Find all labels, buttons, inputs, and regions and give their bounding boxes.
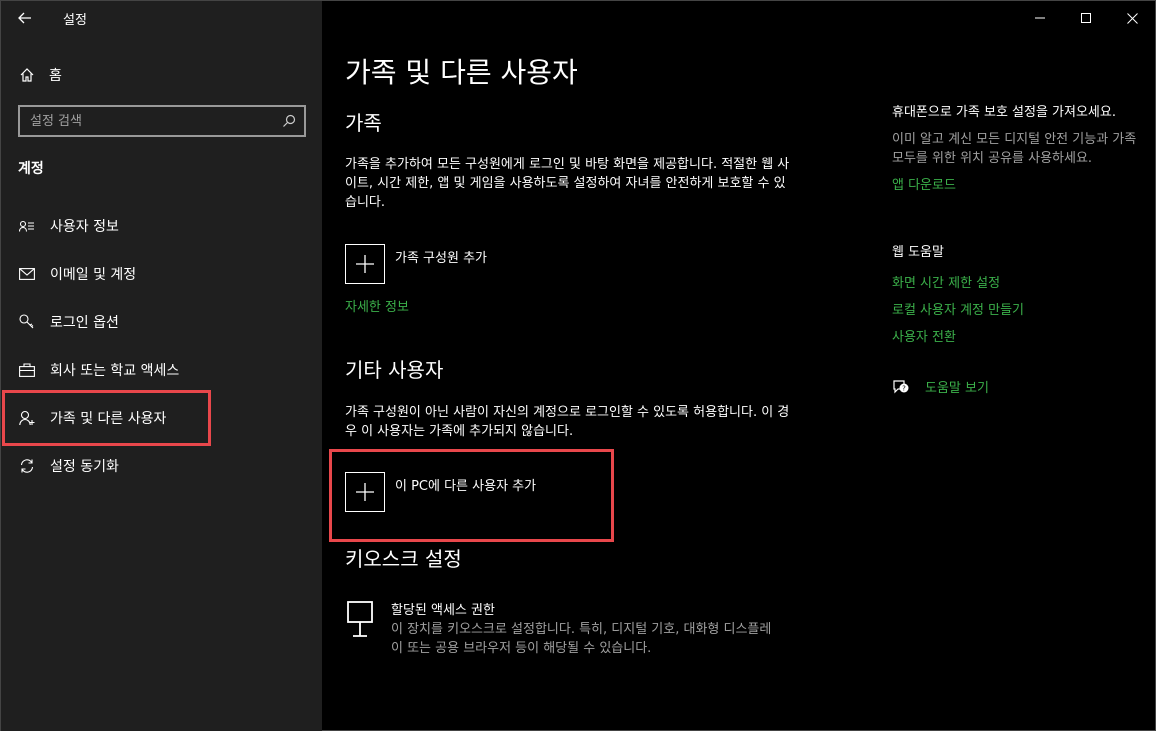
add-other-user-button[interactable]: 이 PC에 다른 사용자 추가: [345, 472, 536, 512]
create-local-account-link[interactable]: 로컬 사용자 계정 만들기: [892, 297, 1142, 324]
section-title-accounts: 계정: [18, 161, 44, 177]
add-family-member-button[interactable]: 가족 구성원 추가: [345, 244, 487, 284]
phone-promo-title: 휴대폰으로 가족 보호 설정을 가져오세요.: [892, 105, 1116, 120]
sidebar-item-user-info[interactable]: 사용자 정보: [1, 204, 322, 248]
assigned-access-title: 할당된 액세스 권한: [391, 603, 495, 618]
sidebar-item-sync-settings[interactable]: 설정 동기화: [1, 444, 322, 488]
close-button[interactable]: [1109, 1, 1155, 35]
help-chat-icon: ?: [893, 379, 909, 393]
plus-icon: [345, 472, 385, 512]
add-family-member-label: 가족 구성원 추가: [395, 251, 487, 266]
settings-window: 설정 홈 계정 사용자 정보 이메일 및 계정: [0, 0, 1156, 731]
sync-icon: [18, 457, 36, 475]
family-heading: 가족: [345, 111, 382, 135]
sidebar-item-label: 로그인 옵션: [50, 315, 119, 331]
sidebar-item-label: 사용자 정보: [50, 219, 119, 235]
kiosk-text: 할당된 액세스 권한 이 장치를 키오스크로 설정합니다. 특히, 디지털 기호…: [391, 599, 776, 658]
right-panel: 휴대폰으로 가족 보호 설정을 가져오세요. 이미 알고 계신 모든 디지털 안…: [892, 103, 1142, 396]
web-help-title: 웹 도움말: [892, 245, 944, 260]
sidebar-item-sign-in-options[interactable]: 로그인 옵션: [1, 300, 322, 344]
back-button[interactable]: [1, 1, 49, 35]
minimize-icon: [1035, 17, 1045, 19]
plus-icon: [345, 244, 385, 284]
kiosk-heading: 키오스크 설정: [345, 547, 462, 571]
assigned-access-description: 이 장치를 키오스크로 설정합니다. 특히, 디지털 기호, 대화형 디스플레이…: [391, 622, 772, 656]
person-add-icon: [18, 409, 36, 427]
search-icon[interactable]: [282, 114, 296, 128]
switch-user-link[interactable]: 사용자 전환: [892, 324, 1142, 351]
sidebar-item-work-school[interactable]: 회사 또는 학교 액세스: [1, 348, 322, 392]
sidebar-item-label: 회사 또는 학교 액세스: [50, 363, 180, 379]
assigned-access-button[interactable]: 할당된 액세스 권한 이 장치를 키오스크로 설정합니다. 특히, 디지털 기호…: [345, 599, 776, 658]
screen-time-link[interactable]: 화면 시간 제한 설정: [892, 270, 1142, 297]
search-input[interactable]: [30, 113, 270, 129]
add-other-user-label: 이 PC에 다른 사용자 추가: [395, 479, 537, 494]
phone-promo-description: 이미 알고 계신 모든 디지털 안전 기능과 가족 모두를 위한 위치 공유를 …: [892, 132, 1137, 166]
sidebar-item-email[interactable]: 이메일 및 계정: [1, 252, 322, 296]
learn-more-link[interactable]: 자세한 정보: [345, 296, 409, 315]
kiosk-icon: [347, 601, 373, 637]
web-help-links: 화면 시간 제한 설정 로컬 사용자 계정 만들기 사용자 전환: [892, 270, 1142, 351]
other-users-description: 가족 구성원이 아닌 사람이 자신의 계정으로 로그인할 수 있도록 허용합니다…: [345, 405, 790, 439]
home-nav-item[interactable]: 홈: [1, 57, 322, 93]
svg-text:?: ?: [902, 384, 906, 392]
briefcase-icon: [18, 361, 36, 379]
get-help-row[interactable]: ? 도움말 보기: [892, 377, 1142, 396]
close-icon: [1126, 12, 1138, 24]
user-info-icon: [18, 217, 36, 235]
other-users-heading: 기타 사용자: [345, 358, 444, 382]
mail-icon: [18, 265, 36, 283]
sidebar-item-label: 이메일 및 계정: [50, 267, 137, 283]
sidebar-item-label: 설정 동기화: [50, 459, 119, 475]
page-title: 가족 및 다른 사용자: [345, 56, 578, 89]
home-label: 홈: [49, 68, 62, 84]
home-icon: [20, 68, 34, 82]
maximize-icon: [1081, 13, 1091, 23]
app-download-link[interactable]: 앱 다운로드: [892, 172, 1142, 199]
app-title: 설정: [63, 12, 87, 28]
minimize-button[interactable]: [1017, 1, 1063, 35]
back-arrow-icon: [18, 12, 31, 24]
window-controls: [1017, 1, 1155, 35]
sidebar-item-label: 가족 및 다른 사용자: [50, 411, 167, 427]
main-content: 가족 및 다른 사용자 가족 가족을 추가하여 모든 구성원에게 로그인 및 바…: [322, 1, 1155, 731]
title-bar: 설정: [1, 1, 322, 35]
search-box[interactable]: [18, 105, 306, 137]
family-description: 가족을 추가하여 모든 구성원에게 로그인 및 바탕 화면을 제공합니다. 적절…: [345, 157, 790, 210]
sidebar-item-family-other-users[interactable]: 가족 및 다른 사용자: [1, 396, 322, 440]
key-icon: [18, 313, 36, 331]
sidebar: 설정 홈 계정 사용자 정보 이메일 및 계정: [1, 1, 322, 731]
maximize-button[interactable]: [1063, 1, 1109, 35]
get-help-link[interactable]: 도움말 보기: [925, 377, 989, 396]
